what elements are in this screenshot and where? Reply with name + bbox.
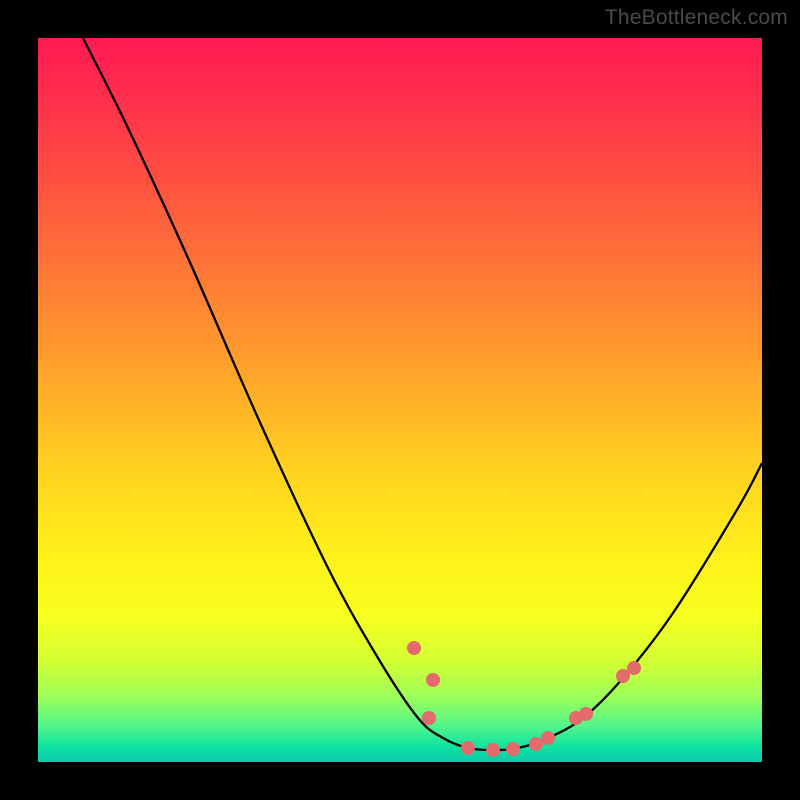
plot-area: [38, 38, 762, 762]
marker-group: [407, 641, 641, 757]
curve-marker: [486, 743, 500, 757]
curve-marker: [426, 673, 440, 687]
bottleneck-curve: [83, 38, 762, 750]
curve-marker: [529, 737, 543, 751]
chart-frame: TheBottleneck.com: [0, 0, 800, 800]
curve-marker: [461, 741, 475, 755]
watermark-text: TheBottleneck.com: [605, 6, 788, 30]
curve-marker: [627, 661, 641, 675]
curve-marker: [422, 711, 436, 725]
curve-marker: [579, 707, 593, 721]
curve-marker: [407, 641, 421, 655]
curve-marker: [541, 731, 555, 745]
chart-svg: [38, 38, 762, 762]
curve-marker: [506, 742, 520, 756]
